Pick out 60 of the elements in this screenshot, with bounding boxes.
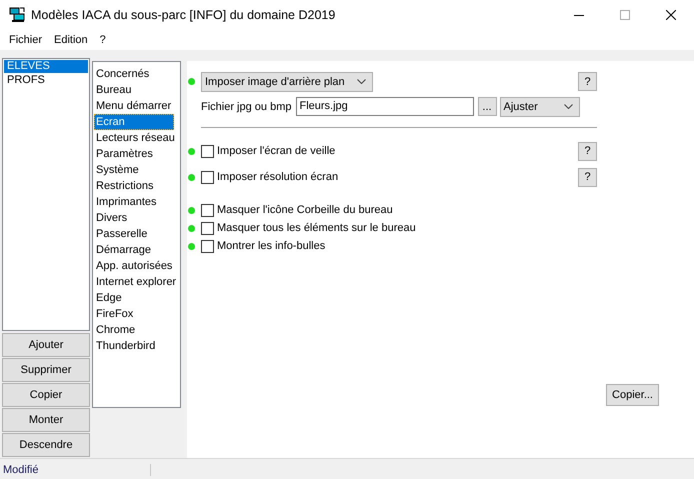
- caret-icon: [564, 104, 572, 109]
- close-icon[interactable]: [666, 10, 676, 20]
- status-dot: [188, 224, 195, 232]
- category-item[interactable]: Passerelle: [94, 226, 174, 242]
- copy-button[interactable]: Copier...: [606, 384, 659, 406]
- category-item[interactable]: Démarrage: [94, 242, 174, 258]
- menu-item[interactable]: Edition: [48, 34, 94, 46]
- browse-button[interactable]: ...: [478, 97, 496, 116]
- app-icon: [9, 7, 25, 23]
- category-item[interactable]: Internet explorer: [94, 274, 178, 290]
- window-title: Modèles IACA du sous-parc [INFO] du domaine D2019: [31, 8, 336, 22]
- checkbox-label: Imposer résolution écran: [217, 171, 338, 183]
- group-item[interactable]: PROFS: [4, 74, 88, 87]
- checkbox[interactable]: [201, 240, 214, 252]
- checkbox[interactable]: [201, 204, 214, 216]
- status-dot: [188, 148, 195, 154]
- category-item[interactable]: Système: [94, 162, 174, 178]
- caret-icon: [357, 79, 366, 84]
- category-item[interactable]: Restrictions: [94, 178, 174, 194]
- category-item[interactable]: Menu démarrer: [94, 98, 174, 114]
- menu-item[interactable]: Fichier: [3, 34, 48, 46]
- category-item[interactable]: Concernés: [94, 66, 174, 82]
- status-dot: [188, 174, 195, 180]
- checkbox[interactable]: [201, 222, 214, 234]
- status-text: Modifié: [0, 464, 151, 476]
- status-dot: [188, 206, 195, 214]
- category-item[interactable]: Thunderbird: [94, 338, 174, 354]
- category-item[interactable]: Bureau: [94, 82, 174, 98]
- status-dot: [188, 242, 195, 250]
- group-button[interactable]: Copier: [2, 383, 90, 407]
- file-field[interactable]: Fleurs.jpg: [296, 97, 474, 116]
- file-label: Fichier jpg ou bmp: [201, 100, 292, 112]
- category-item[interactable]: Edge: [94, 290, 174, 306]
- help-button[interactable]: ?: [578, 168, 597, 186]
- group-button[interactable]: Descendre: [2, 433, 90, 457]
- category-item[interactable]: Chrome: [94, 322, 174, 338]
- category-item[interactable]: FireFox: [94, 306, 174, 322]
- category-item[interactable]: Divers: [94, 210, 174, 226]
- category-item[interactable]: Ecran: [94, 114, 174, 130]
- checkbox-label: Imposer l'écran de veille: [217, 145, 336, 157]
- group-item[interactable]: ELEVES: [4, 60, 88, 73]
- category-item[interactable]: Paramètres: [94, 146, 174, 162]
- category-item[interactable]: Imprimantes: [94, 194, 174, 210]
- menu-item[interactable]: ?: [94, 34, 112, 46]
- minimize-icon[interactable]: [574, 14, 584, 16]
- help-button[interactable]: ?: [578, 72, 597, 91]
- group-button[interactable]: Monter: [2, 408, 90, 432]
- mode-dropdown[interactable]: Ajuster: [500, 96, 580, 116]
- checkbox[interactable]: [201, 144, 214, 158]
- category-item[interactable]: App. autorisées: [94, 258, 174, 274]
- checkbox[interactable]: [201, 170, 214, 184]
- group-button[interactable]: Ajouter: [2, 333, 90, 357]
- group-button[interactable]: Supprimer: [2, 358, 90, 382]
- checkbox-label: Montrer les info-bulles: [217, 240, 326, 252]
- help-button[interactable]: ?: [578, 142, 597, 160]
- category-item[interactable]: Lecteurs réseau: [94, 130, 177, 146]
- option-dropdown[interactable]: Imposer image d'arrière plan: [201, 72, 373, 92]
- status-dot: [188, 78, 195, 85]
- checkbox-label: Masquer tous les éléments sur le bureau: [217, 222, 416, 234]
- checkbox-label: Masquer l'icône Corbeille du bureau: [217, 204, 393, 216]
